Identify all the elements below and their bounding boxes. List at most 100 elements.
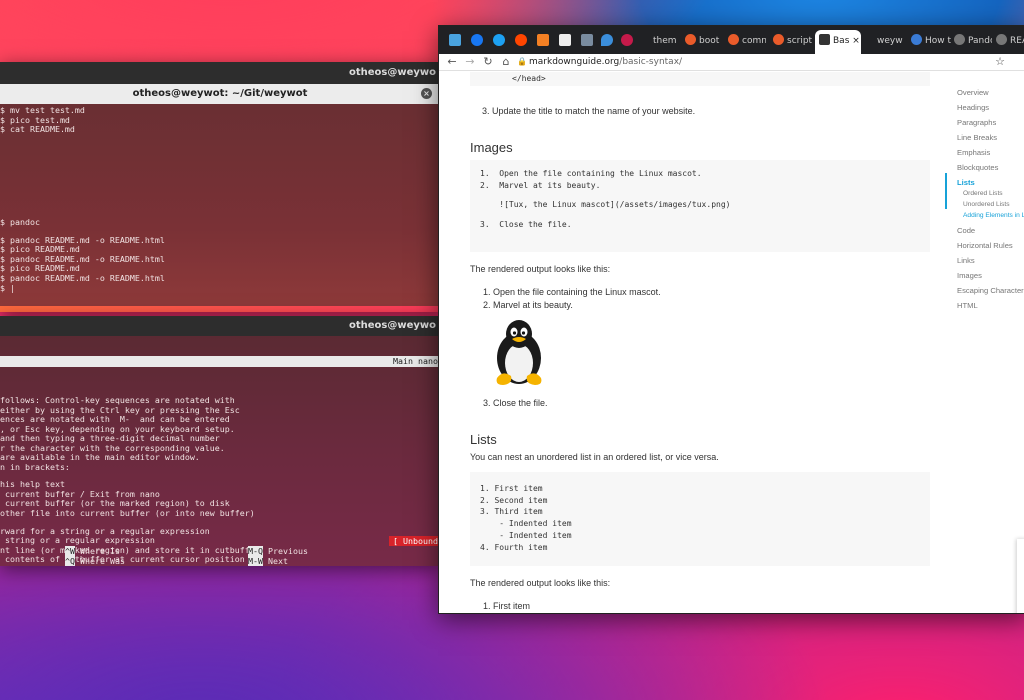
toc-item[interactable]: Emphasis xyxy=(957,148,990,157)
list-item: 1. First item xyxy=(483,601,531,611)
site-icon xyxy=(728,34,739,45)
tab-boot[interactable]: boot xyxy=(685,32,721,50)
paragraph: The rendered output looks like this: xyxy=(470,578,611,588)
site-icon xyxy=(954,34,965,45)
reload-button[interactable]: ↻ xyxy=(481,55,495,69)
toc-item[interactable]: Paragraphs xyxy=(957,118,996,127)
bookmark-star-icon[interactable]: ☆ xyxy=(995,55,1005,69)
stackoverflow-icon[interactable] xyxy=(537,34,549,46)
tab-label: REA xyxy=(1010,36,1024,46)
terminal-line: $ pandoc README.md -o README.html xyxy=(0,273,165,284)
tab-close-icon[interactable]: × xyxy=(852,36,860,46)
terminal-title: otheos@weywot: ~/Git/weywot xyxy=(132,88,308,99)
code-line: 3. Third item xyxy=(480,507,543,517)
site-icon xyxy=(996,34,1007,45)
terminal-line: $ | xyxy=(0,282,15,293)
terminal-outer-titlebar: otheos@weywo xyxy=(0,62,440,84)
tab-comn[interactable]: comn xyxy=(728,32,766,50)
toc-item[interactable]: Overview xyxy=(957,88,989,97)
terminal-output[interactable]: $ mv test test.md $ pico test.md $ cat REA… xyxy=(0,104,440,312)
terminal-window-nano[interactable]: otheos@weywo Main nano follows: Control-… xyxy=(0,316,440,566)
toc-item[interactable]: HTML xyxy=(957,301,978,310)
tab-basic-syntax[interactable]: Bas × xyxy=(815,30,861,54)
github-icon[interactable] xyxy=(559,34,571,46)
tab-pandoc[interactable]: Pandc xyxy=(954,32,992,50)
facebook-icon[interactable] xyxy=(471,34,483,46)
toc-item[interactable]: Horizontal Rules xyxy=(957,241,1013,250)
address-bar[interactable]: markdownguide.org/basic-syntax/ xyxy=(529,55,682,69)
tab-label: boot xyxy=(699,36,720,46)
tab-readme[interactable]: REA xyxy=(996,32,1024,50)
tab-strip: them boot comn script Bas × weyw How t P… xyxy=(439,26,1024,54)
shortcut-where-was[interactable]: ^Q Where Was xyxy=(65,555,125,567)
side-widget[interactable]: W xyxy=(1017,539,1024,613)
code-line: 4. Fourth item xyxy=(480,542,548,552)
code-line: - Indented item xyxy=(480,530,572,540)
back-button[interactable]: ← xyxy=(445,55,459,69)
browser-window[interactable]: them boot comn script Bas × weyw How t P… xyxy=(438,25,1024,614)
help-line xyxy=(0,472,440,480)
tab-label: script xyxy=(787,36,813,46)
shortcut-key: M-Q xyxy=(248,546,263,556)
toc-item[interactable]: Escaping Characters xyxy=(957,286,1024,295)
shortcut-next[interactable]: M-W Next xyxy=(248,555,288,567)
close-icon[interactable]: × xyxy=(421,88,432,99)
toc-item[interactable]: Code xyxy=(957,226,975,235)
page-content[interactable]: </head> 3. Update the title to match the… xyxy=(439,72,1024,613)
terminal-titlebar: otheos@weywot: ~/Git/weywot × xyxy=(0,84,440,104)
bookmark-icon[interactable] xyxy=(581,34,593,46)
code-line: 2. Second item xyxy=(480,495,548,505)
terminal-window-top[interactable]: otheos@weywo otheos@weywot: ~/Git/weywot… xyxy=(0,62,440,312)
shortcut-key: ^W xyxy=(65,546,75,556)
toc-item[interactable]: Images xyxy=(957,271,982,280)
nano-help-text: follows: Control-key sequences are notat… xyxy=(0,386,440,565)
toc-item[interactable]: Lists xyxy=(957,178,975,187)
url-host: markdownguide.org xyxy=(529,57,620,67)
markdown-icon xyxy=(819,34,830,45)
site-icon xyxy=(685,34,696,45)
paragraph: The rendered output looks like this: xyxy=(470,264,611,274)
shortcut-label: Next xyxy=(268,555,288,566)
pinned-tab-icon[interactable] xyxy=(449,34,461,46)
twitter-icon[interactable] xyxy=(493,34,505,46)
toc-item[interactable]: Links xyxy=(957,256,975,265)
shortcut-label: Where Is xyxy=(80,546,120,556)
section-heading-images: Images xyxy=(470,140,513,155)
nano-editor[interactable]: Main nano follows: Control-key sequences… xyxy=(0,336,440,566)
tab-weyw[interactable]: weyw xyxy=(877,32,907,50)
toc-subitem[interactable]: Unordered Lists xyxy=(963,201,1010,208)
help-line: other file into current buffer (or into … xyxy=(0,507,255,518)
toc-subitem[interactable]: Ordered Lists xyxy=(963,190,1003,197)
tab-label: Pandc xyxy=(968,36,992,46)
status-badge: [ Unbound xyxy=(389,536,440,546)
forward-button[interactable]: → xyxy=(463,55,477,69)
drop-icon[interactable] xyxy=(601,34,613,46)
tab-how[interactable]: How t xyxy=(911,32,951,50)
toc-item[interactable]: Blockquotes xyxy=(957,163,998,172)
list-item: 3. Close the file. xyxy=(483,398,548,408)
home-button[interactable]: ⌂ xyxy=(499,55,513,69)
toc-subitem[interactable]: Adding Elements in L xyxy=(963,212,1024,219)
window-edge-glow xyxy=(0,306,440,312)
reddit-icon[interactable] xyxy=(515,34,527,46)
toc-active-indicator xyxy=(945,173,947,209)
list-item: 2. Marvel at its beauty. xyxy=(483,300,573,310)
lock-icon: 🔒 xyxy=(517,57,527,66)
toc-item[interactable]: Headings xyxy=(957,103,989,112)
tab-them[interactable]: them xyxy=(653,32,681,50)
tab-label: them xyxy=(653,36,677,46)
tab-label: comn xyxy=(742,36,766,46)
shortcut-key: ^Q xyxy=(65,555,75,566)
code-line: 1. Open the file containing the Linux ma… xyxy=(480,169,702,178)
tab-script[interactable]: script xyxy=(773,32,815,50)
toc-item[interactable]: Line Breaks xyxy=(957,133,997,142)
list-item: 3. Update the title to match the name of… xyxy=(482,106,696,116)
raspberry-icon[interactable] xyxy=(621,34,633,46)
